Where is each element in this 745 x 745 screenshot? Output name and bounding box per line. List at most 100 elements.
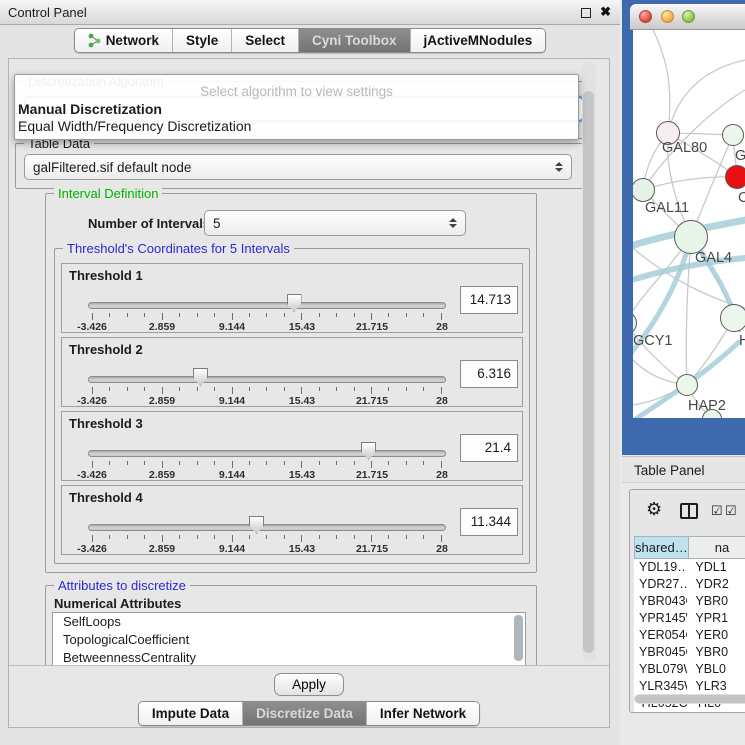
tab-impute-data[interactable]: Impute Data	[139, 702, 242, 725]
table-row[interactable]: YDL19…YDL1	[634, 559, 745, 576]
network-node[interactable]	[722, 124, 744, 146]
slider-track[interactable]	[88, 450, 446, 457]
attribute-list-scrollbar[interactable]	[514, 615, 523, 661]
table-cell-name[interactable]: YLR3	[687, 678, 745, 695]
table-row[interactable]: YBR043CYBR0	[634, 593, 745, 610]
tab-network[interactable]: Network	[75, 29, 172, 52]
table-row[interactable]: YDR27…YDR2	[634, 576, 745, 593]
table-cell-shared-name[interactable]: YBL079W	[634, 661, 687, 678]
table-cell-name[interactable]: YDL1	[687, 559, 745, 576]
float-window-icon[interactable]	[581, 8, 591, 18]
table-cell-name[interactable]: YBR0	[687, 644, 745, 661]
table-cell-name[interactable]: YBL0	[687, 661, 745, 678]
table-scrollbar-thumb[interactable]	[635, 695, 745, 703]
network-edge[interactable]	[653, 30, 670, 133]
attribute-list-item[interactable]: TopologicalCoefficient	[53, 631, 525, 649]
slider-track[interactable]	[88, 524, 446, 531]
table-cell-name[interactable]: YDR2	[687, 576, 745, 593]
table-cell-shared-name[interactable]: YLR345W	[634, 678, 687, 695]
network-edge[interactable]	[643, 177, 737, 190]
close-icon[interactable]: ✖	[600, 4, 611, 20]
table-row[interactable]: YBR045CYBR0	[634, 644, 745, 661]
tab-select[interactable]: Select	[231, 29, 298, 52]
threshold-slider[interactable]: -3.4262.8599.14415.4321.71528	[86, 264, 448, 334]
network-edge[interactable]	[668, 60, 745, 133]
checkbox-icon[interactable]: ☑	[725, 503, 737, 519]
node-attribute-table: shared… na YDL19…YDL1YDR27…YDR2YBR043CYB…	[634, 536, 745, 712]
threshold-slider[interactable]: -3.4262.8599.14415.4321.71528	[86, 486, 448, 556]
zoom-traffic-light[interactable]	[682, 10, 695, 23]
popup-item-manual-discretization[interactable]: Manual Discretization	[18, 101, 162, 117]
gear-icon[interactable]: ⚙	[646, 499, 662, 520]
tick-label: 2.859	[149, 321, 175, 333]
table-row[interactable]: YPR145WYPR1	[634, 610, 745, 627]
slider-track[interactable]	[88, 302, 446, 309]
table-row[interactable]: YLR345WYLR3	[634, 678, 745, 695]
table-cell-shared-name[interactable]: YPR145W	[634, 610, 687, 627]
table-horizontal-scrollbar[interactable]	[634, 694, 745, 704]
column-header-shared-name[interactable]: shared…	[635, 537, 689, 558]
threshold-slider[interactable]: -3.4262.8599.14415.4321.71528	[86, 412, 448, 482]
threshold-slider[interactable]: -3.4262.8599.14415.4321.71528	[86, 338, 448, 408]
slider-thumb[interactable]	[249, 516, 264, 534]
slider-ticks	[92, 313, 442, 321]
tick-mark	[266, 313, 267, 317]
slider-thumb[interactable]	[193, 368, 208, 386]
tab-cyni-toolbox[interactable]: Cyni Toolbox	[298, 29, 410, 52]
checkbox-icon[interactable]: ☑	[711, 503, 723, 519]
threshold-value-field[interactable]: 11.344	[460, 508, 518, 536]
table-cell-shared-name[interactable]: YER054C	[634, 627, 687, 644]
interval-definition-title: Interval Definition	[54, 186, 162, 201]
table-panel-box: ⚙ ☑ ☑ shared… na YDL19…YDL1YDR27…YDR2YBR…	[629, 489, 745, 713]
tab-jactivemnodules[interactable]: jActiveMNodules	[410, 29, 546, 52]
interval-definition-group: Interval Definition Number of Intervals …	[45, 193, 537, 573]
table-row[interactable]: YER054CYER0	[634, 627, 745, 644]
tick-mark	[319, 535, 320, 539]
network-node-label: GAL4	[695, 250, 732, 266]
slider-thumb[interactable]	[287, 294, 302, 312]
apply-button[interactable]: Apply	[274, 673, 344, 696]
tick-mark	[144, 387, 145, 391]
top-tab-bar: Network Style Select Cyni Toolbox jActiv…	[0, 28, 620, 53]
tick-mark	[354, 535, 355, 539]
tick-mark	[441, 387, 442, 394]
threshold-value-field[interactable]: 6.316	[460, 360, 518, 388]
numerical-attributes-list[interactable]: SelfLoopsTopologicalCoefficientBetweenne…	[52, 612, 526, 665]
network-node[interactable]	[676, 374, 698, 396]
table-cell-name[interactable]: YER0	[687, 627, 745, 644]
network-view-window: GAL80GGAL11CGAL4GCY1HHAP2	[622, 0, 745, 455]
table-cell-shared-name[interactable]: YBR043C	[634, 593, 687, 610]
panel-vertical-scrollbar[interactable]	[582, 61, 596, 661]
attribute-list-item[interactable]: BetweennessCentrality	[53, 649, 525, 665]
tab-infer-network[interactable]: Infer Network	[366, 702, 479, 725]
network-node[interactable]	[720, 304, 745, 332]
table-data-combobox[interactable]: galFiltered.sif default node	[24, 154, 572, 180]
network-canvas[interactable]: GAL80GGAL11CGAL4GCY1HHAP2	[633, 30, 745, 418]
network-node[interactable]	[725, 165, 745, 189]
close-traffic-light[interactable]	[639, 10, 652, 23]
table-cell-name[interactable]: YBR0	[687, 593, 745, 610]
tab-discretize-data[interactable]: Discretize Data	[242, 702, 366, 725]
threshold-value-field[interactable]: 21.4	[460, 434, 518, 462]
table-row[interactable]: YBL079WYBL0	[634, 661, 745, 678]
minimize-traffic-light[interactable]	[661, 10, 674, 23]
slider-track[interactable]	[88, 376, 446, 383]
tick-label: 2.859	[149, 395, 175, 407]
split-columns-icon[interactable]	[680, 503, 698, 519]
panel-scrollbar-thumb[interactable]	[583, 91, 594, 653]
attribute-list-item[interactable]: SelfLoops	[53, 613, 525, 631]
tab-infer-label: Infer Network	[380, 706, 466, 721]
table-cell-shared-name[interactable]: YDL19…	[634, 559, 687, 576]
number-of-intervals-combobox[interactable]: 5	[204, 210, 466, 236]
tick-mark	[371, 387, 372, 394]
tab-style[interactable]: Style	[172, 29, 231, 52]
network-node[interactable]	[674, 220, 708, 254]
slider-thumb[interactable]	[361, 442, 376, 460]
column-header-name[interactable]: na	[689, 537, 745, 558]
table-cell-shared-name[interactable]: YDR27…	[634, 576, 687, 593]
table-cell-shared-name[interactable]: YBR045C	[634, 644, 687, 661]
popup-item-equal-width-frequency[interactable]: Equal Width/Frequency Discretization	[18, 118, 251, 134]
tick-label: 15.43	[289, 543, 315, 555]
table-cell-name[interactable]: YPR1	[687, 610, 745, 627]
threshold-value-field[interactable]: 14.713	[460, 286, 518, 314]
